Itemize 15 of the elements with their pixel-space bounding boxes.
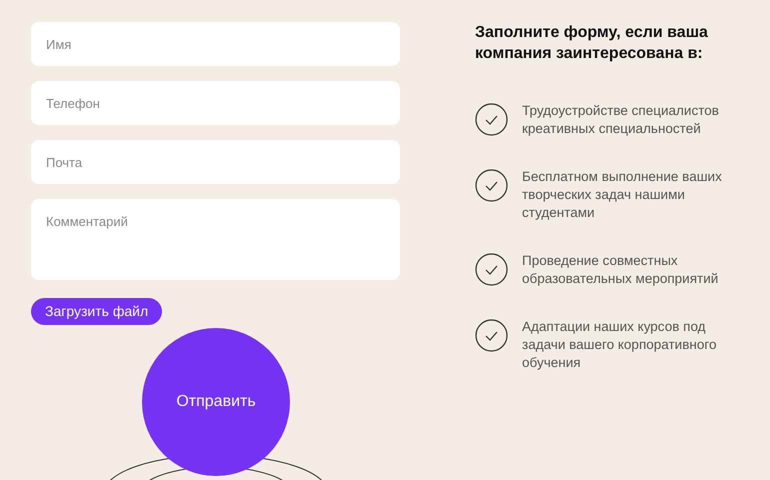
benefit-text: Проведение совместных образовательных мероприятий <box>522 252 720 288</box>
upload-file-button[interactable]: Загрузить файл <box>31 298 162 325</box>
check-circle-icon <box>475 169 508 202</box>
benefit-text: Бесплатном выполнение ваших творческих задач нашими студентами <box>522 168 723 222</box>
input-field[interactable]: Имя <box>31 22 400 66</box>
benefit-text: Трудоустройстве специалистов креативных специальностей <box>522 102 720 138</box>
input-field[interactable]: Почта <box>31 140 400 184</box>
submit-button[interactable]: Отправить <box>142 328 290 476</box>
check-circle-icon <box>475 253 508 286</box>
comment-field[interactable]: Комментарий <box>31 199 400 280</box>
form-heading: Заполните форму, если ваша компания заинтересована в: <box>475 23 709 64</box>
input-field[interactable]: Телефон <box>31 81 400 125</box>
check-circle-icon <box>475 319 508 352</box>
benefit-text: Адаптации наших курсов под задачи вашего корпоративного обучения <box>522 318 718 372</box>
check-circle-icon <box>475 103 508 136</box>
